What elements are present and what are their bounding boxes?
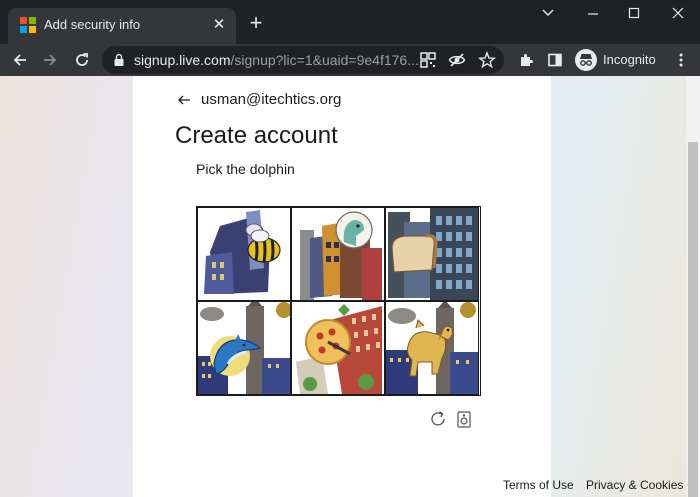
captcha-prompt: Pick the dolphin (196, 161, 295, 177)
window-close-icon[interactable] (666, 6, 690, 26)
captcha-tile-bird[interactable] (291, 207, 385, 301)
privacy-cookies-link[interactable]: Privacy & Cookies (586, 478, 683, 492)
extensions-icon[interactable] (514, 48, 538, 72)
signup-card: usman@itechtics.org Create account Pick … (133, 76, 574, 497)
captcha-grid (196, 206, 481, 396)
qr-code-icon[interactable] (419, 51, 437, 69)
back-arrow-icon[interactable] (177, 93, 191, 107)
page-viewport: usman@itechtics.org Create account Pick … (0, 76, 686, 497)
captcha-tile-dog[interactable] (385, 301, 479, 395)
tab-title: Add security info (44, 17, 141, 32)
more-menu-icon[interactable] (669, 48, 693, 72)
chevron-down-icon[interactable] (536, 6, 560, 26)
captcha-tile-bee[interactable] (197, 207, 291, 301)
lock-icon[interactable] (113, 53, 125, 67)
microsoft-logo-icon (20, 17, 36, 33)
captcha-tile-pizza[interactable] (291, 301, 385, 395)
captcha-tile-dolphin[interactable] (197, 301, 291, 395)
eye-off-icon[interactable] (448, 51, 466, 69)
forward-icon[interactable] (38, 48, 62, 72)
browser-tab[interactable]: Add security info ✕ (8, 8, 236, 44)
account-email: usman@itechtics.org (201, 91, 342, 108)
captcha-reload-icon[interactable] (429, 410, 447, 428)
url-text[interactable]: signup.live.com/signup?lic=1&uaid=9e4f17… (134, 52, 419, 68)
new-tab-icon[interactable]: + (244, 12, 268, 36)
tab-strip: Add security info ✕ + (0, 0, 700, 44)
terms-of-use-link[interactable]: Terms of Use (503, 478, 574, 492)
address-bar[interactable]: signup.live.com/signup?lic=1&uaid=9e4f17… (102, 46, 504, 74)
maximize-icon[interactable] (622, 6, 646, 26)
back-icon[interactable] (8, 48, 32, 72)
side-panel-icon[interactable] (543, 48, 567, 72)
tab-close-icon[interactable]: ✕ (210, 16, 228, 34)
captcha-audio-icon[interactable] (457, 411, 471, 428)
page-title: Create account (175, 122, 338, 149)
incognito-profile-button[interactable]: Incognito (573, 48, 661, 72)
page-scrollbar-thumb[interactable] (688, 142, 698, 497)
incognito-label: Incognito (603, 52, 656, 67)
star-icon[interactable] (478, 51, 496, 69)
incognito-icon (575, 49, 597, 71)
captcha-tile-bread[interactable] (385, 207, 479, 301)
reload-icon[interactable] (70, 48, 94, 72)
browser-toolbar: signup.live.com/signup?lic=1&uaid=9e4f17… (0, 44, 700, 76)
minimize-icon[interactable] (581, 6, 605, 26)
